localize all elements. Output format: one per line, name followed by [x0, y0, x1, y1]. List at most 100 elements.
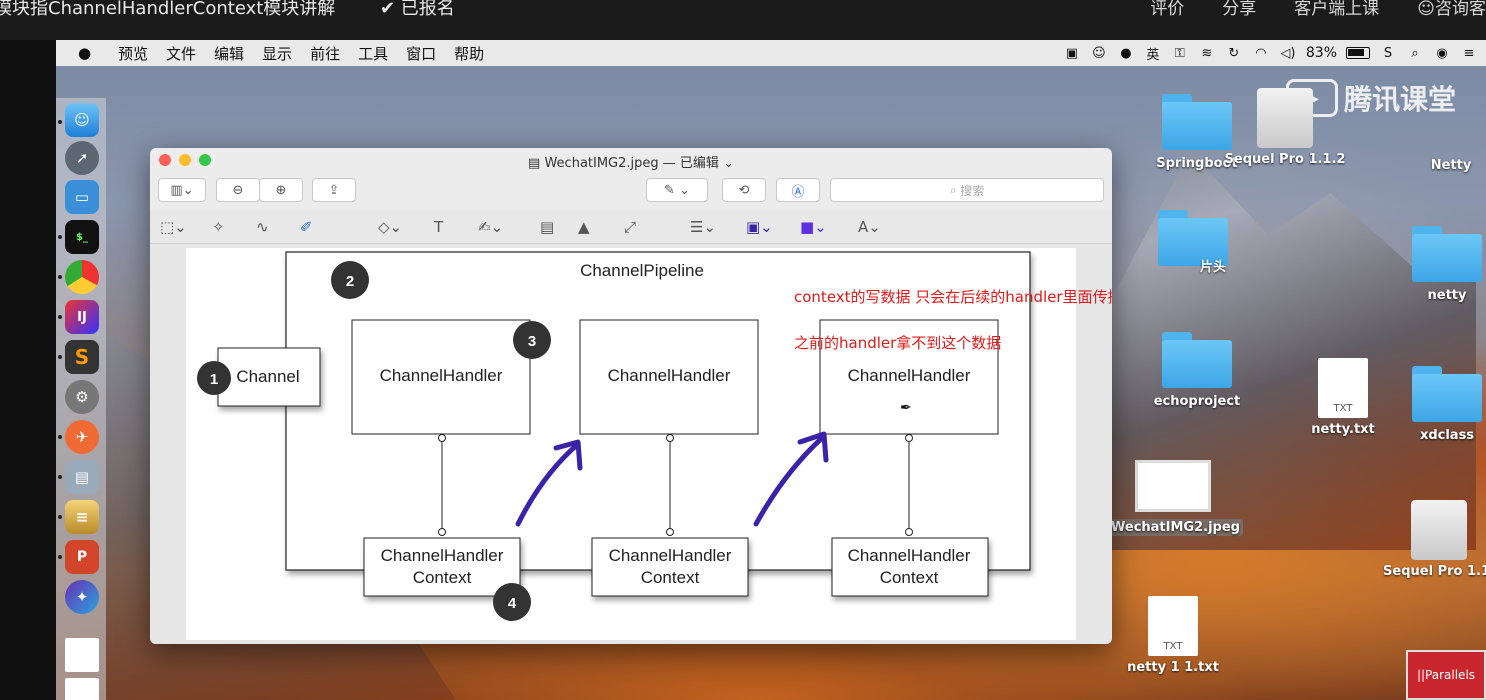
context-label-line1: ChannelHandler	[609, 546, 732, 565]
screen-record-icon[interactable]: ▣	[1063, 45, 1081, 61]
window-title-text[interactable]: WechatIMG2.jpeg — 已编辑	[544, 156, 718, 171]
desktop-folder-netty[interactable]: netty	[1382, 226, 1486, 303]
desktop-file-wechat-img[interactable]: WechatIMG2.jpeg	[1108, 460, 1243, 536]
draw-tool-icon[interactable]: ✐	[300, 218, 313, 236]
powerpoint-icon[interactable]: P	[65, 540, 99, 574]
channel-label: Channel	[236, 367, 299, 386]
context-label-line1: ChannelHandler	[381, 546, 504, 565]
system-prefs-icon[interactable]: ⚙	[65, 380, 99, 414]
adjust-color-tool-icon[interactable]: ▲	[578, 218, 590, 236]
desktop-icon-label: netty	[1427, 288, 1467, 303]
consult-link[interactable]: ☺咨询客	[1417, 0, 1486, 19]
desktop-folder-pian-tou[interactable]: 片头	[1128, 210, 1258, 291]
input-method-icon[interactable]: 英	[1144, 45, 1162, 63]
menu-tools[interactable]: 工具	[358, 43, 388, 64]
course-actions: 评价 分享 客户端上课 ☺咨询客	[1150, 0, 1486, 19]
battery-icon[interactable]	[1346, 47, 1370, 59]
share-button[interactable]: ⇪	[312, 178, 356, 202]
apple-menu-icon[interactable]: ●	[78, 44, 100, 62]
file-type-badge: TXT	[1163, 641, 1183, 652]
desktop-item-netty[interactable]: Netty	[1386, 158, 1486, 173]
battery-percent: 83%	[1305, 45, 1337, 61]
mac-desktop: ● 预览 文件 编辑 显示 前往 工具 窗口 帮助 ▣ ☺ ● 英 ⚿ ≋ ↻ …	[56, 40, 1486, 700]
note-tool-icon[interactable]: ▤	[540, 218, 554, 236]
sketch-tool-icon[interactable]: ∿	[256, 218, 269, 236]
desktop-folder-echoproject[interactable]: echoproject	[1132, 332, 1262, 409]
sublime-icon[interactable]: S	[65, 340, 99, 374]
menu-view[interactable]: 显示	[262, 43, 292, 64]
docker-icon[interactable]: ≋	[1198, 45, 1216, 61]
sync-icon[interactable]: ↻	[1225, 45, 1243, 61]
document-canvas: ChannelPipeline Channel ChannelHandler C…	[150, 244, 1112, 644]
desktop-folder-xdclass[interactable]: xdclass	[1382, 366, 1486, 443]
intellij-icon[interactable]: IJ	[65, 300, 99, 334]
badge-3-label: 3	[528, 333, 536, 350]
disk-image-icon	[1257, 88, 1313, 148]
preview-icon[interactable]: ▤	[65, 460, 99, 494]
window-title: ▤ WechatIMG2.jpeg — 已编辑 ⌄	[150, 152, 1112, 171]
highlight-button[interactable]: ✎ ⌄	[646, 178, 708, 202]
zoom-out-button[interactable]: ⊖	[216, 178, 260, 202]
app-s-icon[interactable]: S	[1379, 45, 1397, 61]
parallels-icon[interactable]: ||Parallels	[1406, 650, 1486, 700]
sidebar-toggle-button[interactable]: ▥⌄	[158, 178, 206, 202]
menu-preview[interactable]: 预览	[118, 43, 148, 64]
instant-alpha-tool-icon[interactable]: ✧	[212, 218, 225, 236]
desktop-disk-sequel-pro-2[interactable]: Sequel Pro 1.1.	[1374, 500, 1486, 579]
adjust-size-tool-icon[interactable]: ⤢	[624, 218, 636, 236]
line-style-tool-icon[interactable]: ☰⌄	[690, 218, 716, 236]
markup-button[interactable]: Ⓐ	[776, 178, 820, 202]
menu-go[interactable]: 前往	[310, 43, 340, 64]
watermark-text: 腾讯课堂	[1344, 83, 1457, 116]
shapes-tool-icon[interactable]: ◇⌄	[378, 218, 402, 236]
chevron-down-icon[interactable]: ⌄	[723, 156, 734, 171]
left-margin	[0, 40, 56, 700]
sequel-pro-icon[interactable]: ≡	[65, 500, 99, 534]
siri-icon[interactable]: ◉	[1433, 45, 1451, 61]
context-label-line2: Context	[641, 568, 700, 587]
search-field[interactable]: ⌕ 搜索	[830, 178, 1104, 202]
dock-document-icon[interactable]	[65, 638, 99, 672]
desktop-file-netty-1-txt[interactable]: TXT netty 1 1.txt	[1108, 596, 1238, 675]
lock-icon[interactable]: ⚿	[1171, 45, 1189, 61]
menu-window[interactable]: 窗口	[406, 43, 436, 64]
dock-running-dot	[58, 555, 62, 559]
menu-edit[interactable]: 编辑	[214, 43, 244, 64]
video-app-icon[interactable]: ✦	[65, 580, 99, 614]
text-tool-icon[interactable]: T	[434, 218, 443, 236]
postman-icon[interactable]: ✈	[65, 420, 99, 454]
wifi-icon[interactable]: ◠	[1252, 45, 1270, 61]
volume-icon[interactable]: ◁)	[1279, 45, 1297, 61]
disk-image-icon	[1411, 500, 1467, 560]
signature-tool-icon[interactable]: ✍⌄	[478, 218, 503, 236]
chrome-icon[interactable]	[65, 260, 99, 294]
launchpad-icon[interactable]: ➚	[65, 141, 99, 175]
menu-help[interactable]: 帮助	[454, 43, 484, 64]
document-icon: ▤	[528, 156, 541, 171]
badge-1-label: 1	[210, 371, 218, 388]
notification-icon[interactable]: ≡	[1460, 45, 1478, 61]
rate-link[interactable]: 评价	[1150, 0, 1184, 19]
text-style-tool-icon[interactable]: A⌄	[858, 218, 881, 236]
spotlight-search-icon[interactable]: ⌕	[1406, 45, 1424, 61]
desktop-disk-sequel-pro[interactable]: Sequel Pro 1.1.2	[1220, 88, 1350, 167]
annotation-line-1: context的写数据 只会在后续的handler里面传播	[794, 288, 1112, 306]
terminal-icon[interactable]: $_	[65, 220, 99, 254]
pen-cursor-icon: ✒	[900, 400, 912, 416]
client-link[interactable]: 客户端上课	[1294, 0, 1379, 19]
folder-icon	[1162, 332, 1232, 388]
fill-color-tool-icon[interactable]: ■⌄	[800, 218, 827, 236]
keynote-icon[interactable]: ▭	[65, 180, 99, 214]
dock: ☺ ➚ ▭ $_ IJ S ⚙ ✈ ▤ ≡ P ✦	[56, 98, 106, 700]
finder-icon[interactable]: ☺	[65, 103, 99, 137]
zoom-in-button[interactable]: ⊕	[259, 178, 303, 202]
face-icon[interactable]: ☺	[1090, 45, 1108, 61]
mic-icon[interactable]: ●	[1117, 45, 1135, 61]
desktop-icon-label: Sequel Pro 1.1.	[1383, 564, 1486, 579]
rect-select-tool-icon[interactable]: ⬚⌄	[160, 218, 187, 236]
share-link[interactable]: 分享	[1222, 0, 1256, 19]
rotate-button[interactable]: ⟲	[722, 178, 766, 202]
menu-file[interactable]: 文件	[166, 43, 196, 64]
dock-document-icon[interactable]	[65, 678, 99, 700]
border-color-tool-icon[interactable]: ▣⌄	[746, 218, 773, 236]
